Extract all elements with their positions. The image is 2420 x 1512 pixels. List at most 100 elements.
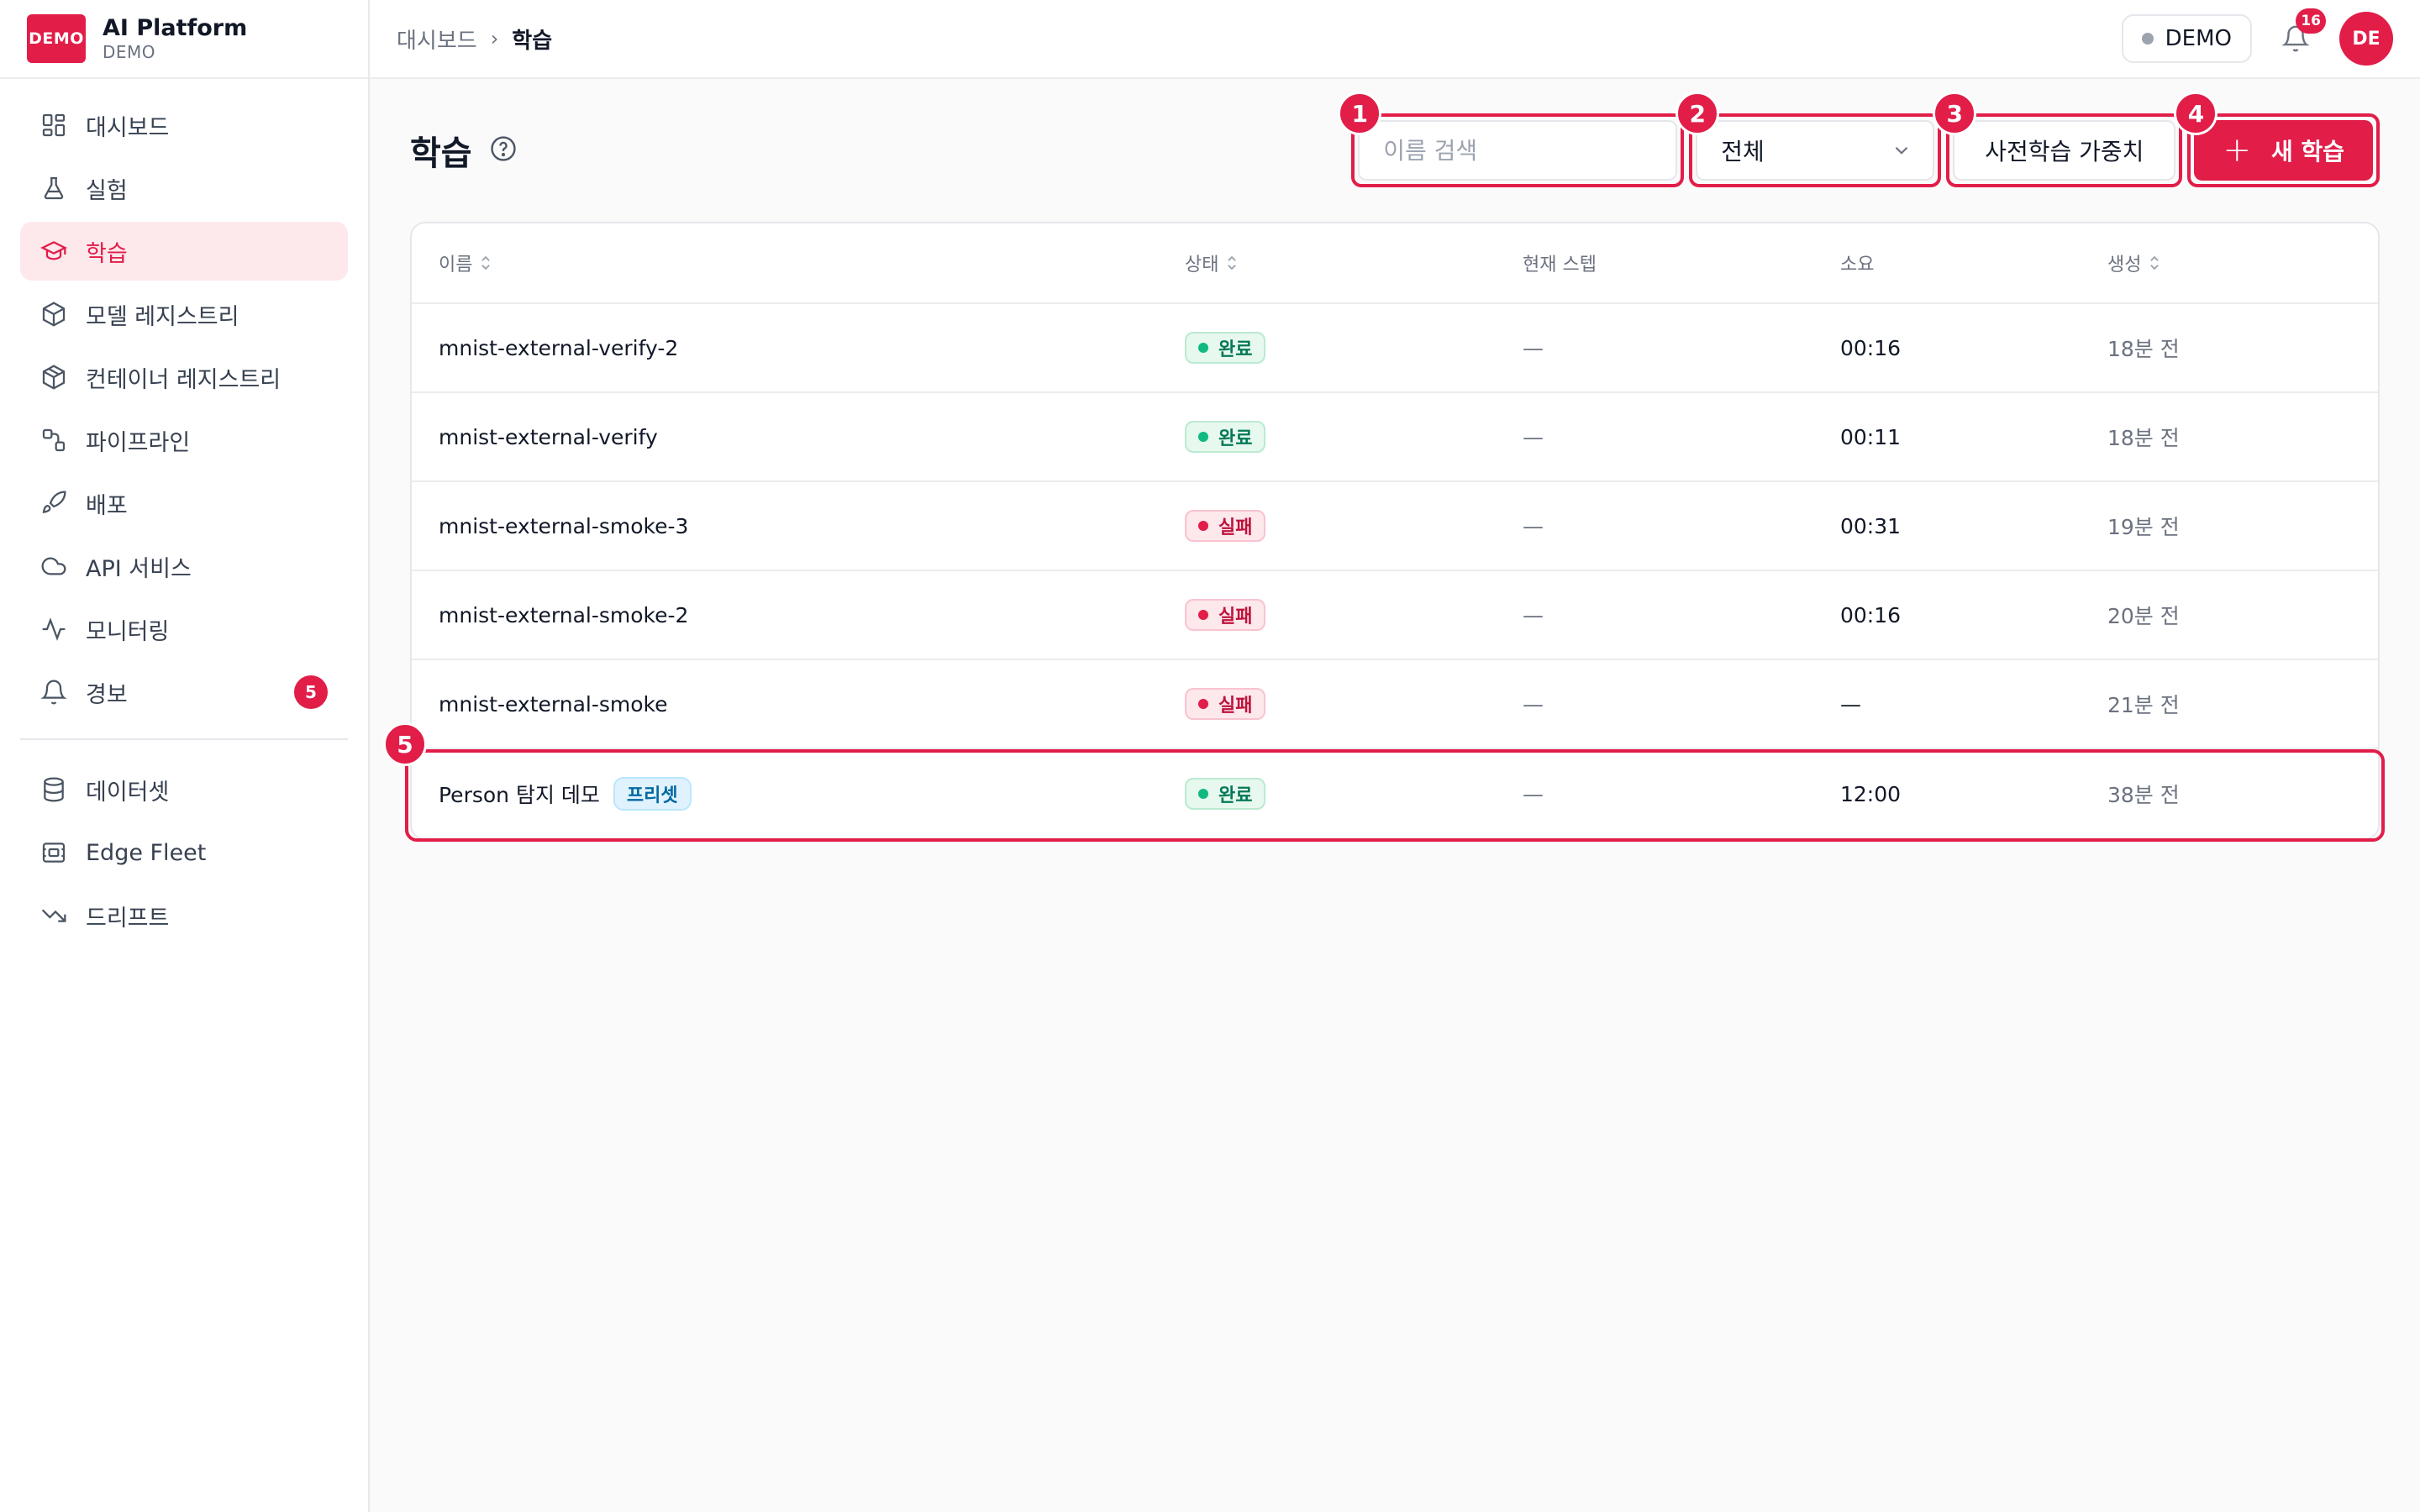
created-time: 38분 전: [2107, 783, 2180, 807]
status-badge: 완료: [1185, 332, 1266, 364]
sidebar-item-label: 배포: [86, 492, 128, 519]
current-step: —: [1523, 602, 1544, 627]
annotation-box-3: 3 사전학습 가중치: [1933, 92, 2183, 187]
alerts-count-badge: 5: [294, 675, 328, 709]
sidebar-item-api-services[interactable]: API 서비스: [20, 537, 348, 596]
sidebar-item-pipelines[interactable]: 파이프라인: [20, 411, 348, 470]
current-step: —: [1523, 781, 1544, 806]
sidebar-item-monitoring[interactable]: 모니터링: [20, 600, 348, 659]
env-status-dot: [2141, 33, 2154, 45]
sidebar-item-deploy[interactable]: 배포: [20, 474, 348, 533]
status-badge: 실패: [1185, 510, 1266, 542]
status-filter-value: 전체: [1721, 138, 1765, 165]
sidebar-nav: 대시보드 실험 학습 모델 레지스트리 컨테이너 레지스트리 파이프라인 배포 …: [0, 79, 368, 945]
page-header: 학습 1 2 전체 3 사전학습 가중치: [410, 92, 2380, 188]
sidebar-item-edge-fleet[interactable]: Edge Fleet: [20, 823, 348, 882]
sidebar-item-experiments[interactable]: 실험: [20, 159, 348, 218]
brand-logo: DEMO: [27, 14, 86, 63]
created-time: 20분 전: [2107, 604, 2180, 628]
training-table: 이름 상태 현재 스텝 소요 생성 mnist-external-verify-…: [383, 222, 2385, 842]
sidebar-item-alerts[interactable]: 경보 5: [20, 663, 348, 722]
sidebar-item-label: 실험: [86, 177, 128, 204]
status-badge: 완료: [1185, 421, 1266, 453]
sidebar-item-datasets[interactable]: 데이터셋: [20, 760, 348, 819]
training-name[interactable]: mnist-external-smoke-2: [439, 603, 688, 627]
current-step: —: [1523, 513, 1544, 538]
search-input[interactable]: [1358, 120, 1678, 181]
current-step: —: [1523, 691, 1544, 717]
sidebar-item-model-registry[interactable]: 모델 레지스트리: [20, 285, 348, 344]
created-time: 19분 전: [2107, 515, 2180, 539]
sidebar-item-label: 학습: [86, 240, 128, 267]
sidebar-item-label: 모델 레지스트리: [86, 303, 239, 330]
edge-device-icon: [40, 839, 67, 866]
database-icon: [40, 776, 67, 803]
table-row[interactable]: mnist-external-smoke 실패 — — 21분 전: [412, 660, 2378, 749]
table-row[interactable]: mnist-external-smoke-2 실패 — 00:16 20분 전: [412, 571, 2378, 660]
env-label: DEMO: [2165, 26, 2232, 51]
column-header-created[interactable]: 생성: [2107, 249, 2161, 276]
page-title: 학습: [410, 134, 472, 173]
sidebar-item-drift[interactable]: 드리프트: [20, 886, 348, 945]
sidebar-divider: [20, 738, 348, 740]
table-row[interactable]: mnist-external-verify 완료 — 00:11 18분 전: [412, 393, 2378, 482]
training-name[interactable]: mnist-external-smoke: [439, 692, 668, 717]
created-time: 18분 전: [2107, 426, 2180, 450]
graduation-cap-icon: [40, 238, 67, 265]
help-circle-icon[interactable]: [489, 134, 518, 166]
cloud-icon: [40, 553, 67, 580]
avatar[interactable]: DE: [2339, 12, 2393, 66]
environment-selector[interactable]: DEMO: [2121, 14, 2252, 63]
sidebar-item-training[interactable]: 학습: [20, 222, 348, 281]
brand-title: AI Platform: [103, 15, 248, 41]
column-header-status[interactable]: 상태: [1185, 249, 1239, 276]
status-badge: 실패: [1185, 688, 1266, 720]
dashboard-icon: [40, 112, 67, 139]
breadcrumb: 대시보드 › 학습: [397, 24, 552, 55]
table-row[interactable]: mnist-external-smoke-3 실패 — 00:31 19분 전: [412, 482, 2378, 571]
annotation-number: 1: [1338, 92, 1382, 135]
sidebar-item-label: 모니터링: [86, 618, 170, 645]
new-training-button[interactable]: + 새 학습: [2194, 120, 2373, 181]
duration: 00:11: [1840, 424, 1902, 449]
notifications-count-badge: 16: [2296, 8, 2326, 34]
duration: 00:16: [1840, 335, 1902, 360]
pipeline-icon: [40, 427, 67, 454]
sidebar-item-container-registry[interactable]: 컨테이너 레지스트리: [20, 348, 348, 407]
training-name[interactable]: mnist-external-verify-2: [439, 336, 678, 360]
status-filter-select[interactable]: 전체: [1696, 120, 1935, 181]
notifications-button[interactable]: 16: [2275, 8, 2326, 59]
annotation-number: 3: [1933, 92, 1977, 135]
pretrained-weights-button[interactable]: 사전학습 가중치: [1953, 120, 2176, 181]
sidebar-item-label: 대시보드: [86, 114, 170, 141]
sidebar-item-dashboard[interactable]: 대시보드: [20, 96, 348, 155]
breadcrumb-item-dashboard[interactable]: 대시보드: [397, 24, 477, 55]
sidebar: DEMO AI Platform DEMO 대시보드 실험 학습 모델 레지스트…: [0, 0, 370, 1512]
created-time: 18분 전: [2107, 337, 2180, 361]
training-name[interactable]: mnist-external-verify: [439, 425, 658, 449]
annotation-box-1: 1: [1338, 92, 1685, 187]
table-row[interactable]: mnist-external-verify-2 완료 — 00:16 18분 전: [412, 304, 2378, 393]
chevron-right-icon: ›: [490, 27, 499, 50]
trending-down-icon: [40, 902, 67, 929]
table-row[interactable]: 5 Person 탐지 데모 프리셋 완료 — 12:00 38분 전: [383, 722, 2385, 842]
status-badge: 완료: [1185, 778, 1266, 810]
sidebar-item-label: 데이터셋: [86, 779, 170, 806]
main-content: 대시보드 › 학습 DEMO 16 DE 학습 1 이름 검색 2 전체 3 사…: [370, 0, 2420, 1512]
rocket-icon: [40, 490, 67, 517]
sort-icon: [481, 255, 491, 270]
flask-icon: [40, 175, 67, 202]
sidebar-item-label: 경보: [86, 681, 128, 708]
training-name[interactable]: Person 탐지 데모: [439, 779, 600, 809]
annotation-number: 2: [1676, 92, 1720, 135]
sort-icon: [2150, 255, 2160, 270]
brand[interactable]: DEMO AI Platform DEMO: [0, 0, 368, 79]
duration: 12:00: [1840, 781, 1902, 806]
cube-icon: [40, 301, 67, 328]
activity-icon: [40, 616, 67, 643]
column-header-duration: 소요: [1840, 255, 1875, 276]
plus-icon: +: [2223, 131, 2251, 170]
duration: 00:16: [1840, 602, 1902, 627]
column-header-name[interactable]: 이름: [439, 249, 492, 276]
training-name[interactable]: mnist-external-smoke-3: [439, 514, 688, 538]
